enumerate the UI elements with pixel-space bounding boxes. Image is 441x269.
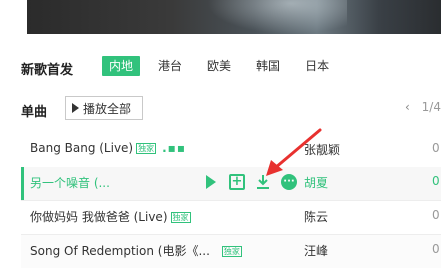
playing-indicator-icon: .▪▪: [162, 141, 186, 155]
banner-highlight: [207, 0, 347, 34]
song-name[interactable]: 你做妈妈 我做爸爸 (Live) 独家: [30, 208, 191, 225]
chevron-left-icon[interactable]: ‹: [405, 100, 410, 114]
album-banner-image[interactable]: [27, 0, 441, 34]
song-row[interactable]: Song Of Redemption (电影《... 独家 汪峰 0: [21, 235, 441, 268]
song-title[interactable]: Song Of Redemption (电影《...: [30, 244, 210, 258]
tab-korea[interactable]: 韩国: [249, 56, 287, 76]
exclusive-badge: 独家: [170, 212, 191, 223]
song-duration: 0: [432, 242, 440, 256]
song-title[interactable]: 你做妈妈 我做爸爸 (Live): [30, 210, 168, 224]
singer-name[interactable]: 张靓颖: [304, 141, 340, 158]
section-title: 新歌首发: [21, 63, 74, 78]
song-title[interactable]: Bang Bang (Live): [30, 141, 133, 155]
song-row[interactable]: 你做妈妈 我做爸爸 (Live) 独家 陈云 0: [21, 201, 441, 234]
singer-name[interactable]: 陈云: [304, 208, 328, 225]
region-tabs: 内地 港台 欧美 韩国 日本: [102, 56, 347, 76]
exclusive-badge: 独家: [136, 143, 157, 154]
tab-mainland[interactable]: 内地: [102, 56, 141, 76]
song-row-hovered[interactable]: 另一个噪音 (... + ··· 胡夏 0: [21, 167, 441, 200]
pager-text: 1/4: [421, 100, 441, 114]
song-row[interactable]: Bang Bang (Live) 独家 .▪▪ 张靓颖 0: [21, 134, 441, 167]
song-name[interactable]: Bang Bang (Live) 独家 .▪▪: [30, 141, 186, 155]
play-icon[interactable]: [203, 174, 219, 190]
song-duration: 0: [432, 208, 440, 222]
tab-western[interactable]: 欧美: [200, 56, 238, 76]
play-all-label: 播放全部: [83, 101, 132, 116]
song-duration: 0: [432, 141, 440, 155]
song-title[interactable]: 另一个噪音 (...: [30, 174, 110, 191]
active-row-indicator: [21, 167, 24, 200]
tab-hk-tw[interactable]: 港台: [151, 56, 189, 76]
play-all-button[interactable]: 播放全部: [65, 96, 143, 120]
song-operations: + ···: [203, 174, 307, 190]
singer-name[interactable]: 胡夏: [304, 174, 328, 191]
more-icon[interactable]: ···: [281, 174, 297, 190]
exclusive-badge: 独家: [221, 246, 242, 257]
singles-title: 单曲: [21, 105, 48, 120]
add-icon[interactable]: +: [229, 174, 245, 190]
download-icon[interactable]: [255, 174, 271, 190]
pager: ‹ 1/4: [405, 100, 441, 114]
singer-name[interactable]: 汪峰: [304, 242, 328, 259]
play-icon: [72, 103, 79, 113]
song-name[interactable]: Song Of Redemption (电影《... 独家: [30, 242, 242, 259]
tab-japan[interactable]: 日本: [298, 56, 336, 76]
song-duration: 0: [432, 174, 440, 188]
